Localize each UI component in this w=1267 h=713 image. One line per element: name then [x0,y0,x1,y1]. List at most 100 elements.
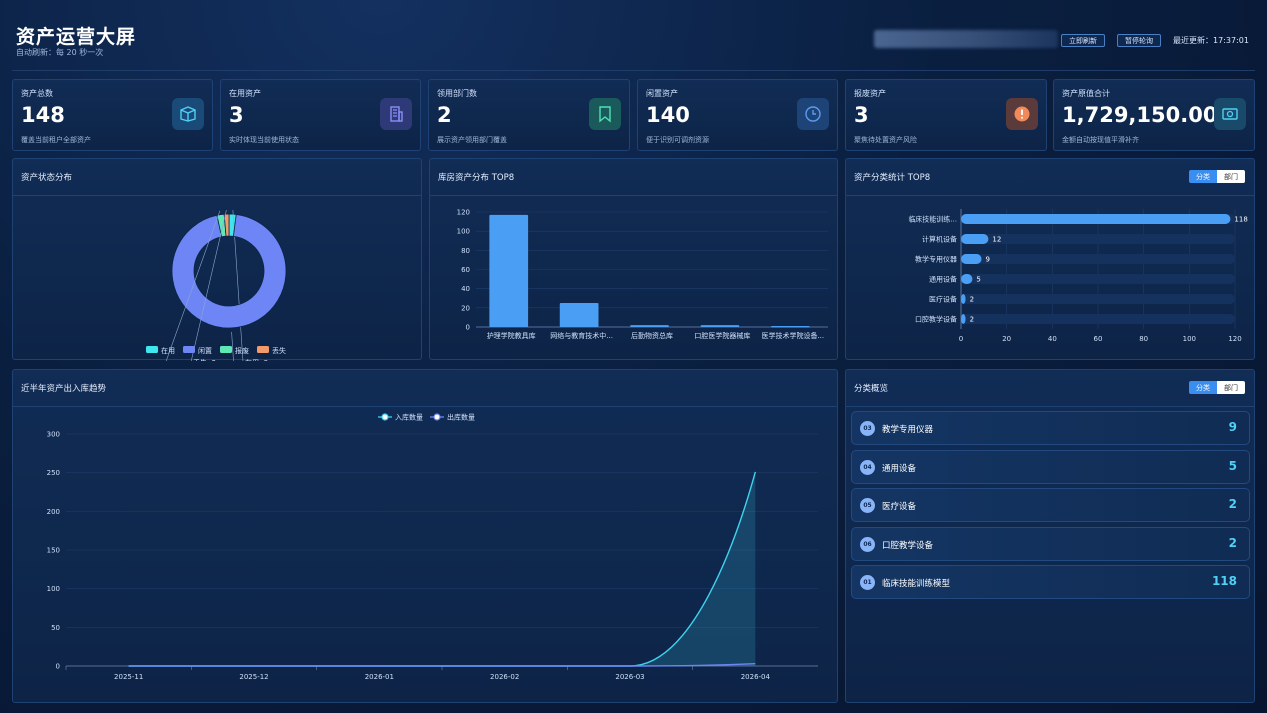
panel-status-distribution: 资产状态分布 在用: 3闲置: 140报废: 3丢失: 2在用闲置报废丢失 [12,158,422,361]
kpi-value: 2 [437,103,452,127]
legend-swatch [257,346,269,353]
alert-icon [1006,98,1038,130]
donut-label: 在用: 3 [245,358,268,361]
x-tick-label: 2026-04 [741,673,771,681]
bar [770,326,810,328]
x-tick-label: 护理学院教具库 [487,331,536,340]
rank-badge: 01 [860,575,875,590]
category-count: 9 [1228,420,1237,434]
building-icon [380,98,412,130]
legend-label: 丢失 [272,346,286,355]
list-item[interactable]: 04 通用设备 5 [851,450,1250,484]
x-tick-label: 40 [1048,335,1057,343]
bar-track [961,234,1235,244]
legend-swatch [146,346,158,353]
kpi-card-departments: 领用部门数 2 展示资产领用部门覆盖 [428,79,630,151]
y-tick-label: 120 [457,209,470,217]
x-tick-label: 2026-01 [365,673,394,681]
blurred-user-info [874,30,1058,48]
kpi-card-original-value: 资产原值合计 1,729,150.00 金额自动按现值平滑补齐 [1053,79,1255,151]
category-count: 2 [1228,536,1237,550]
category-name: 临床技能训练模型 [882,579,951,589]
kpi-desc: 金额自动按现值平滑补齐 [1062,136,1139,144]
y-tick-label: 临床技能训练... [908,215,957,224]
bar-track [961,274,1235,284]
kpi-desc: 覆盖当前租户全部资产 [21,136,91,144]
y-tick-label: 80 [461,247,470,255]
x-tick-label: 后勤物资总库 [631,331,673,340]
panel-category-stats: 资产分类统计 TOP8 分类 部门 0 20 40 60 80 100 120 118 临床技能… [845,158,1255,360]
bar [961,294,966,304]
rank-badge: 06 [860,537,875,552]
toggle-department-button[interactable]: 部门 [1217,381,1245,394]
bar-track [961,314,1235,324]
y-tick-label: 40 [461,285,470,293]
y-tick-label: 20 [461,304,470,312]
category-hbar-chart: 0 20 40 60 80 100 120 118 临床技能训练... 12 计算机设备 9 教学专用仪… [908,209,1248,343]
warehouse-bar-chart: 0 20 40 60 80 100 120 护理学院教具库 网络与教育技术中... 后勤物资总库 口… [457,209,828,340]
kpi-label: 报废资产 [854,89,886,98]
kpi-value: 148 [21,103,65,127]
y-tick-label: 50 [51,624,60,632]
bar [961,234,989,244]
y-tick-label: 150 [47,547,60,555]
kpi-label: 资产总数 [21,89,53,98]
list-item[interactable]: 03 教学专用仪器 9 [851,411,1250,445]
x-tick-label: 医学技术学院设备... [761,331,824,340]
panel-divider [846,406,1254,407]
overview-dimension-toggle: 分类 部门 [1189,381,1245,394]
list-item[interactable]: 06 口腔教学设备 2 [851,527,1250,561]
data-label: 2 [970,296,974,304]
bookmark-icon [589,98,621,130]
trend-line-chart: 0 50 100 150 200 250 300 2025-11 2025-12 2026-01 2… [47,413,818,681]
list-item[interactable]: 05 医疗设备 2 [851,488,1250,522]
y-tick-label: 300 [47,431,60,439]
category-name: 口腔教学设备 [882,541,934,551]
refresh-now-button[interactable]: 立即刷新 [1061,34,1105,47]
bar [700,325,740,327]
rank-badge: 04 [860,460,875,475]
toggle-category-button[interactable]: 分类 [1189,381,1217,394]
category-name: 医疗设备 [882,502,917,512]
x-tick-label: 60 [1094,335,1103,343]
y-tick-label: 计算机设备 [922,235,957,244]
y-tick-label: 教学专用仪器 [915,255,957,264]
x-tick-label: 网络与教育技术中... [550,331,613,340]
y-tick-label: 60 [461,266,470,274]
category-count: 2 [1228,497,1237,511]
kpi-value: 3 [229,103,244,127]
legend-swatch [183,346,195,353]
x-tick-label: 80 [1139,335,1148,343]
kpi-desc: 便于识别可调剂资源 [646,136,709,144]
auto-refresh-note: 自动刷新：每 20 秒一次 [16,48,104,57]
box-icon [172,98,204,130]
x-tick-label: 口腔医学院器械库 [694,331,750,340]
x-tick-label: 20 [1002,335,1011,343]
kpi-label: 在用资产 [229,89,261,98]
kpi-label: 领用部门数 [437,89,477,98]
legend-label: 入库数量 [395,413,423,422]
legend-label: 报废 [235,346,249,355]
y-tick-label: 通用设备 [929,275,957,284]
category-count: 118 [1211,574,1237,588]
data-label: 9 [986,256,990,264]
data-label: 12 [992,236,1001,244]
list-item[interactable]: 01 临床技能训练模型 118 [851,565,1250,599]
bar [961,314,966,324]
pause-polling-button[interactable]: 暂停轮询 [1117,34,1161,47]
kpi-desc: 展示资产领用部门覆盖 [437,136,507,144]
data-label: 5 [976,276,980,284]
category-count: 5 [1228,459,1237,473]
y-tick-label: 200 [47,508,60,516]
bar [630,325,669,327]
x-tick-label: 2025-11 [114,673,143,681]
y-tick-label: 100 [457,228,470,236]
x-tick-label: 0 [959,335,963,343]
legend-label: 在用 [161,346,175,355]
kpi-desc: 实时体现当前使用状态 [229,136,299,144]
panel-category-overview: 分类概览 分类 部门 03 教学专用仪器 9 04 通用设备 5 05 医疗设备… [845,369,1255,703]
clock-icon [797,98,829,130]
legend-label: 出库数量 [447,413,475,422]
category-name: 通用设备 [882,464,917,474]
donut-label: 丢失: 2 [193,358,216,361]
